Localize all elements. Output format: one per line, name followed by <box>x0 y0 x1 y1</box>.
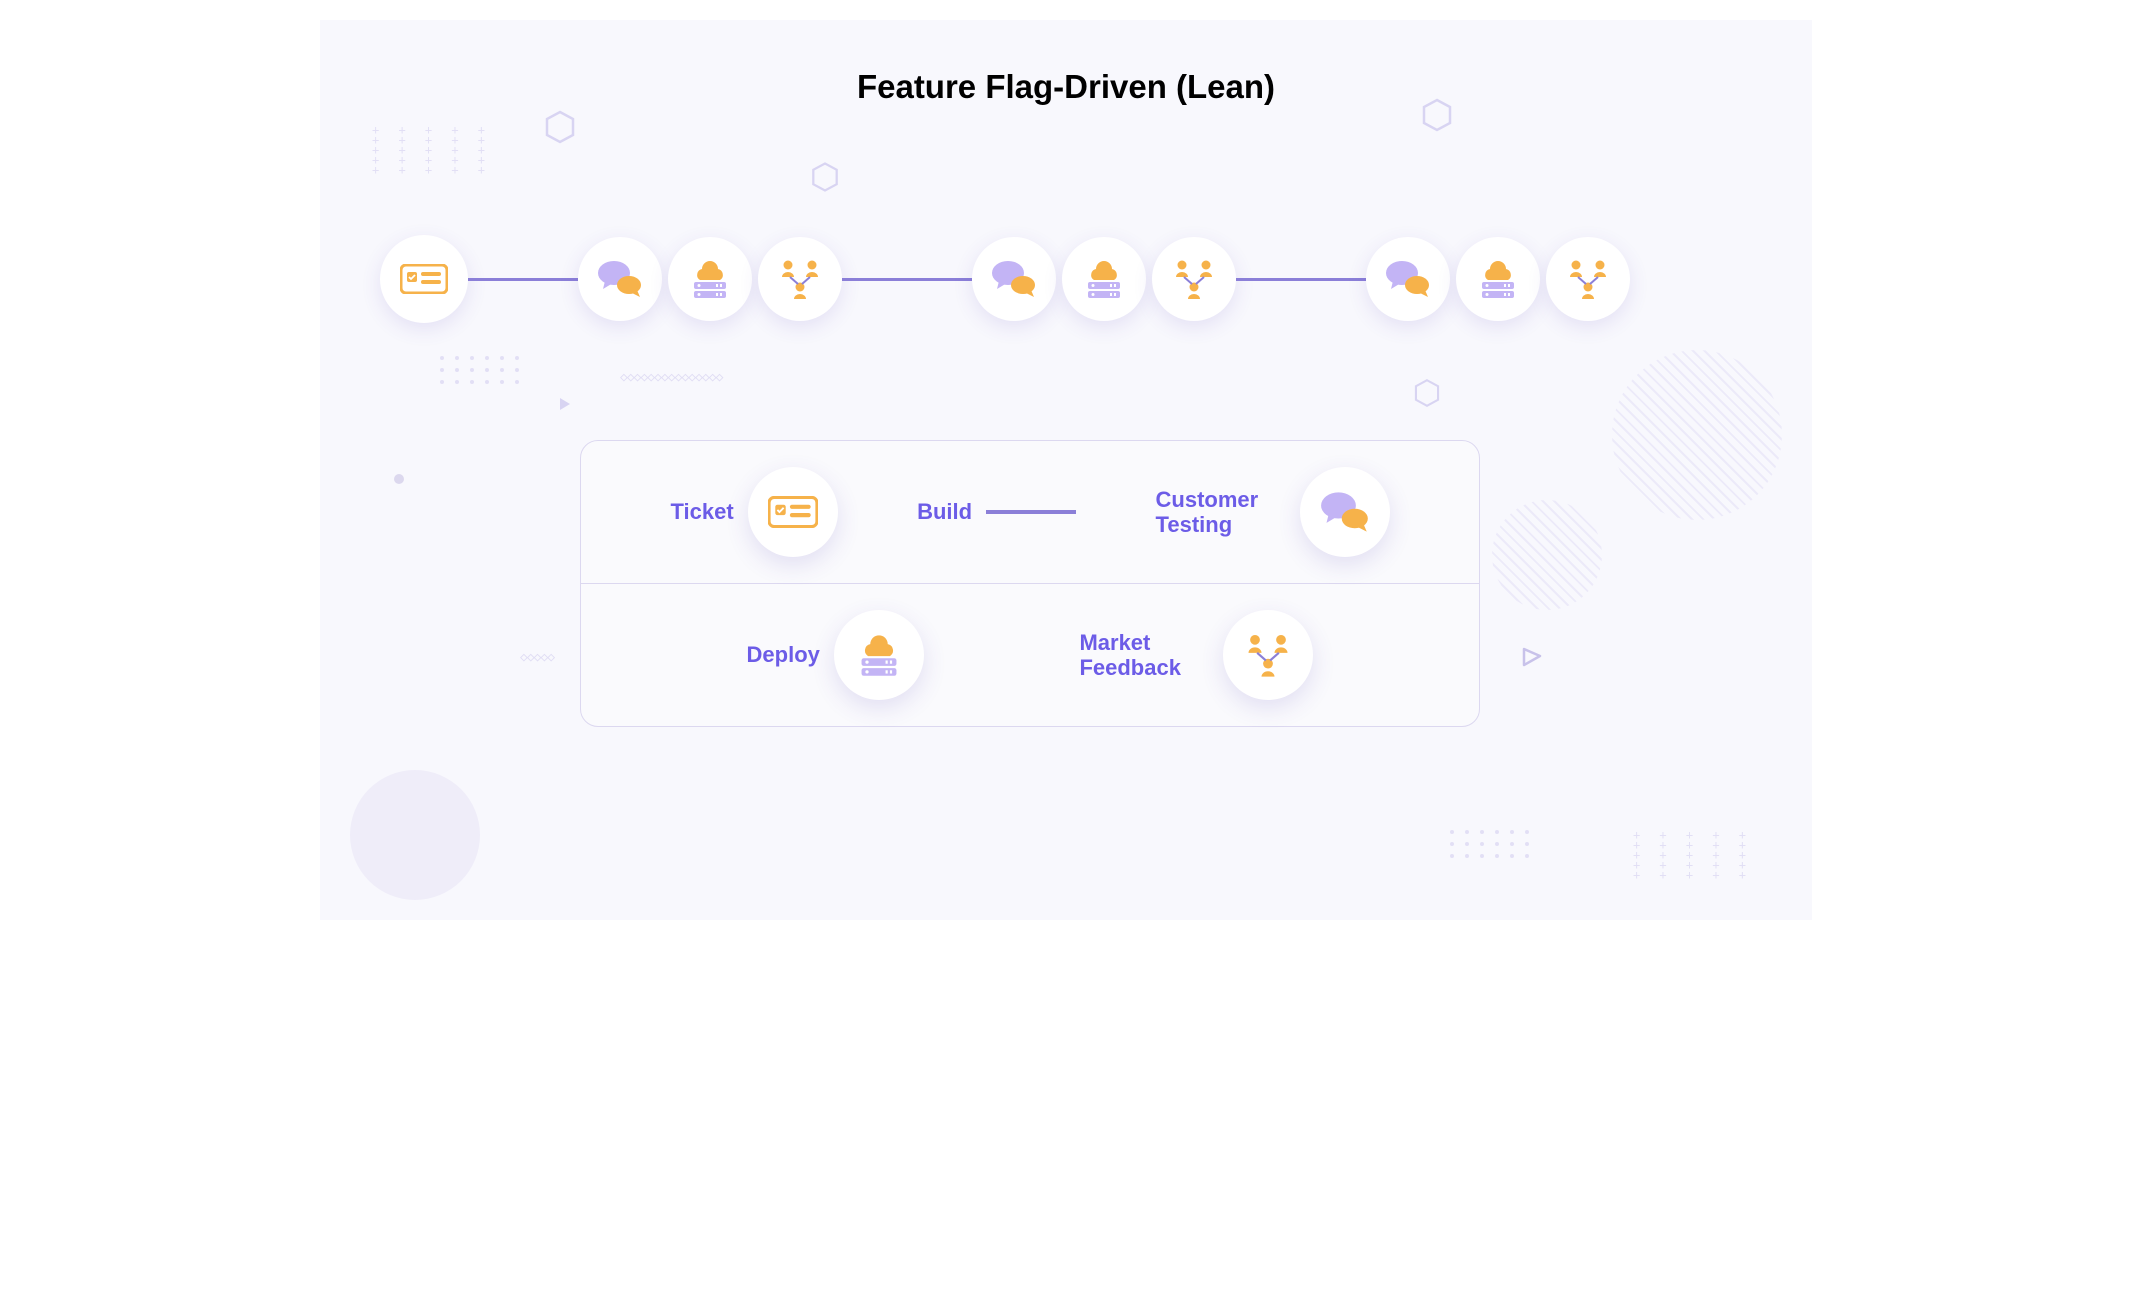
legend-node <box>1223 610 1313 700</box>
flow-row <box>380 235 1752 323</box>
decor-hex-icon <box>1414 379 1440 408</box>
legend-label: Customer Testing <box>1156 487 1286 538</box>
feedback-icon <box>1170 257 1218 301</box>
diagram-title: Feature Flag-Driven (Lean) <box>320 20 1812 106</box>
decor-dot <box>394 474 404 484</box>
flow-node-chat <box>972 237 1056 321</box>
feedback-icon <box>776 257 824 301</box>
legend-item-build: Build <box>917 499 1076 524</box>
legend-label: Deploy <box>747 642 820 667</box>
flow-node-deploy <box>1456 237 1540 321</box>
build-line-icon <box>986 510 1076 514</box>
decor-hex-icon <box>545 110 575 144</box>
flow-node-chat <box>578 237 662 321</box>
chat-icon <box>1320 490 1370 534</box>
deploy-icon <box>688 257 732 301</box>
legend-row-2: Deploy Market Feedback <box>581 583 1479 726</box>
feedback-icon <box>1564 257 1612 301</box>
decor-triangle-icon <box>560 398 570 410</box>
flow-cluster-2 <box>972 237 1236 321</box>
deploy-icon <box>855 631 903 679</box>
flow-cluster-3 <box>1366 237 1630 321</box>
legend-row-1: Ticket Build Customer Testing <box>581 441 1479 583</box>
ticket-icon <box>400 264 448 294</box>
chat-icon <box>1385 259 1431 299</box>
legend-node <box>1300 467 1390 557</box>
legend-item-deploy: Deploy <box>747 610 924 700</box>
decor-triangle-outline-icon <box>1520 645 1542 667</box>
decor-dots <box>1450 830 1532 858</box>
decor-plus-grid: + + + + ++ + + + ++ + + + ++ + + + ++ + … <box>1633 830 1752 880</box>
decor-plus-grid: + + + + ++ + + + ++ + + + ++ + + + ++ + … <box>372 125 491 175</box>
flow-node-feedback <box>1152 237 1236 321</box>
flow-node-feedback <box>1546 237 1630 321</box>
flow-node-deploy <box>1062 237 1146 321</box>
deploy-icon <box>1082 257 1126 301</box>
decor-wave: ◇◇◇◇◇ <box>520 650 554 665</box>
ticket-icon <box>768 496 818 528</box>
flow-cluster-1 <box>578 237 842 321</box>
legend-node <box>748 467 838 557</box>
diagram-canvas: Feature Flag-Driven (Lean) + + + + ++ + … <box>320 20 1812 920</box>
connector-line <box>842 278 972 281</box>
flow-node-deploy <box>668 237 752 321</box>
decor-dots <box>440 356 522 384</box>
chat-icon <box>597 259 643 299</box>
legend-label: Build <box>917 499 972 524</box>
decor-circle <box>350 770 480 900</box>
legend-label: Market Feedback <box>1079 630 1209 681</box>
connector-line <box>468 278 578 281</box>
decor-diag-circle <box>1492 500 1602 610</box>
deploy-icon <box>1476 257 1520 301</box>
legend-item-customer-testing: Customer Testing <box>1156 467 1390 557</box>
decor-hex-icon <box>812 162 839 193</box>
legend-panel: Ticket Build Customer Testing <box>580 440 1480 727</box>
legend-node <box>834 610 924 700</box>
decor-diag-circle <box>1612 350 1782 520</box>
flow-node-ticket <box>380 235 468 323</box>
chat-icon <box>991 259 1037 299</box>
legend-item-market-feedback: Market Feedback <box>1079 610 1313 700</box>
flow-node-chat <box>1366 237 1450 321</box>
connector-line <box>1236 278 1366 281</box>
feedback-icon <box>1242 631 1294 679</box>
flow-node-feedback <box>758 237 842 321</box>
legend-item-ticket: Ticket <box>670 467 837 557</box>
legend-label: Ticket <box>670 499 733 524</box>
decor-wave: ◇◇◇◇◇◇◇◇◇◇◇◇◇◇◇ <box>620 370 722 385</box>
